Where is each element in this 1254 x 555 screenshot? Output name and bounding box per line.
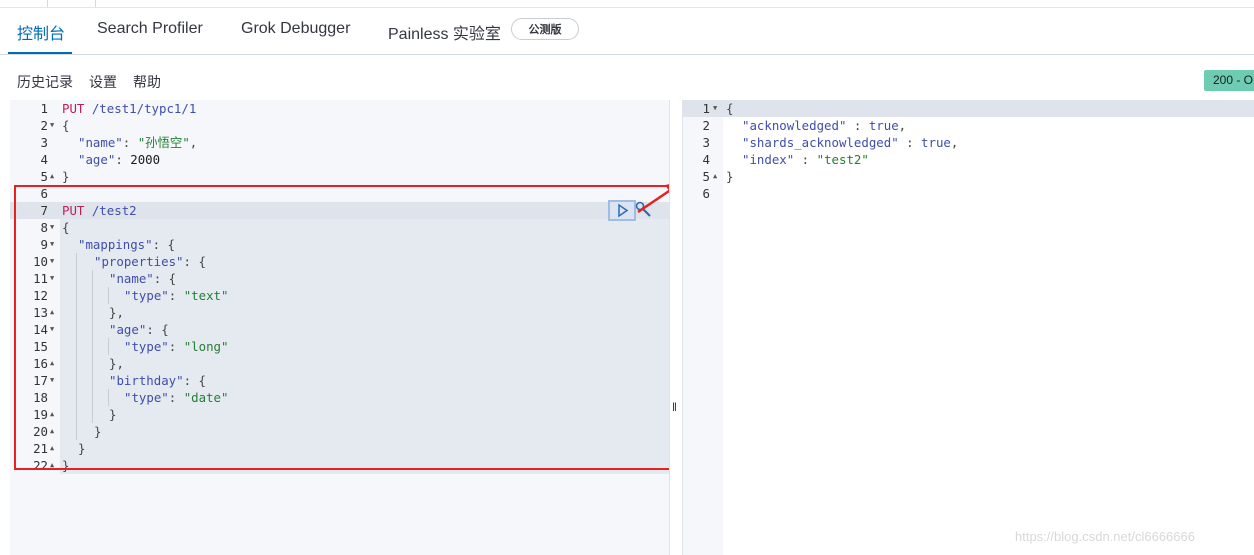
line-number: 2 xyxy=(40,118,48,133)
json-value: 2000 xyxy=(130,152,161,167)
request-annotation-box xyxy=(14,185,672,470)
json-value: "孙悟空" xyxy=(137,135,190,150)
response-line: 1 ▼ { xyxy=(683,100,1254,117)
json-comma: , xyxy=(189,135,198,150)
request-line-code: { xyxy=(62,118,70,133)
fold-toggle-icon[interactable]: ▼ xyxy=(713,100,721,117)
settings-link[interactable]: 设置 xyxy=(89,72,117,92)
resize-handle-icon[interactable]: ‖ xyxy=(672,400,677,414)
top-strip-segment xyxy=(0,0,48,7)
tab-painless-lab[interactable]: Painless 实验室 xyxy=(388,20,501,44)
response-line-code: "shards_acknowledged" : true, xyxy=(742,134,958,151)
json-key: "shards_acknowledged" xyxy=(742,135,899,150)
line-number: 1 xyxy=(40,101,48,116)
request-line-code: } xyxy=(62,169,70,184)
json-comma: , xyxy=(950,135,959,150)
fold-toggle-icon[interactable]: ▲ xyxy=(50,168,58,185)
top-strip-segment xyxy=(47,0,96,7)
response-line-code: "acknowledged" : true, xyxy=(742,117,906,134)
json-comma: , xyxy=(898,118,907,133)
json-colon: : xyxy=(122,135,138,150)
json-key: "name" xyxy=(78,135,123,150)
line-number: 4 xyxy=(702,152,710,167)
history-link[interactable]: 历史记录 xyxy=(17,72,73,92)
request-line: 5 ▲ } xyxy=(10,168,669,185)
json-value: "test2" xyxy=(816,152,869,167)
line-number: 5 xyxy=(702,169,710,184)
fold-toggle-icon[interactable]: ▼ xyxy=(50,117,58,134)
tab-search-profiler[interactable]: Search Profiler xyxy=(97,20,203,38)
json-key: "age" xyxy=(78,152,116,167)
tab-console[interactable]: 控制台 xyxy=(17,20,65,44)
json-colon: : xyxy=(115,152,131,167)
request-line: 4 "age": 2000 xyxy=(10,151,669,168)
response-line: 3 "shards_acknowledged" : true, xyxy=(683,134,1254,151)
json-colon: : xyxy=(846,118,869,133)
response-line-code: "index" : "test2" xyxy=(742,151,869,168)
line-number: 5 xyxy=(40,169,48,184)
request-line-code: "age": 2000 xyxy=(78,151,160,168)
request-line: 2 ▼ { xyxy=(10,117,669,134)
fold-toggle-icon[interactable]: ▲ xyxy=(713,168,721,185)
response-output[interactable]: 1 ▼ { 2 "acknowledged" : true, 3 "shards_… xyxy=(683,100,1254,555)
response-line-code: } xyxy=(726,169,734,184)
line-number: 3 xyxy=(40,135,48,150)
request-path: /test1/typc1/1 xyxy=(84,101,197,116)
json-key: "acknowledged" xyxy=(742,118,847,133)
beta-badge: 公测版 xyxy=(511,18,579,40)
response-line: 5 ▲ } xyxy=(683,168,1254,185)
json-value: true xyxy=(921,135,951,150)
top-strip xyxy=(0,0,1254,8)
request-line-code: PUT /test1/typc1/1 xyxy=(62,100,196,117)
tab-grok-debugger[interactable]: Grok Debugger xyxy=(241,20,350,38)
line-number: 2 xyxy=(702,118,710,133)
active-tab-indicator xyxy=(8,52,72,54)
request-line-code: "name": "孙悟空", xyxy=(78,134,197,151)
line-number: 6 xyxy=(702,186,710,201)
status-badge: 200 - O xyxy=(1204,70,1254,91)
response-line: 6 xyxy=(683,185,1254,202)
line-number: 4 xyxy=(40,152,48,167)
response-line: 4 "index" : "test2" xyxy=(683,151,1254,168)
tab-bar: 控制台 Search Profiler Grok Debugger Painle… xyxy=(0,8,1254,55)
json-key: "index" xyxy=(742,152,795,167)
line-number: 3 xyxy=(702,135,710,150)
http-method: PUT xyxy=(62,101,85,116)
json-value: true xyxy=(868,118,899,133)
response-line-code: { xyxy=(726,101,734,116)
response-line: 2 "acknowledged" : true, xyxy=(683,117,1254,134)
pane-resizer[interactable]: ‖ xyxy=(669,100,683,555)
json-colon: : xyxy=(898,135,922,150)
watermark: https://blog.csdn.net/cl6666666 xyxy=(1015,529,1195,544)
request-line: 1 PUT /test1/typc1/1 xyxy=(10,100,669,117)
line-number: 1 xyxy=(702,101,710,116)
json-colon: : xyxy=(794,152,817,167)
request-line: 3 "name": "孙悟空", xyxy=(10,134,669,151)
help-link[interactable]: 帮助 xyxy=(133,72,161,92)
console-toolbar: 历史记录 设置 帮助 xyxy=(0,55,1254,99)
